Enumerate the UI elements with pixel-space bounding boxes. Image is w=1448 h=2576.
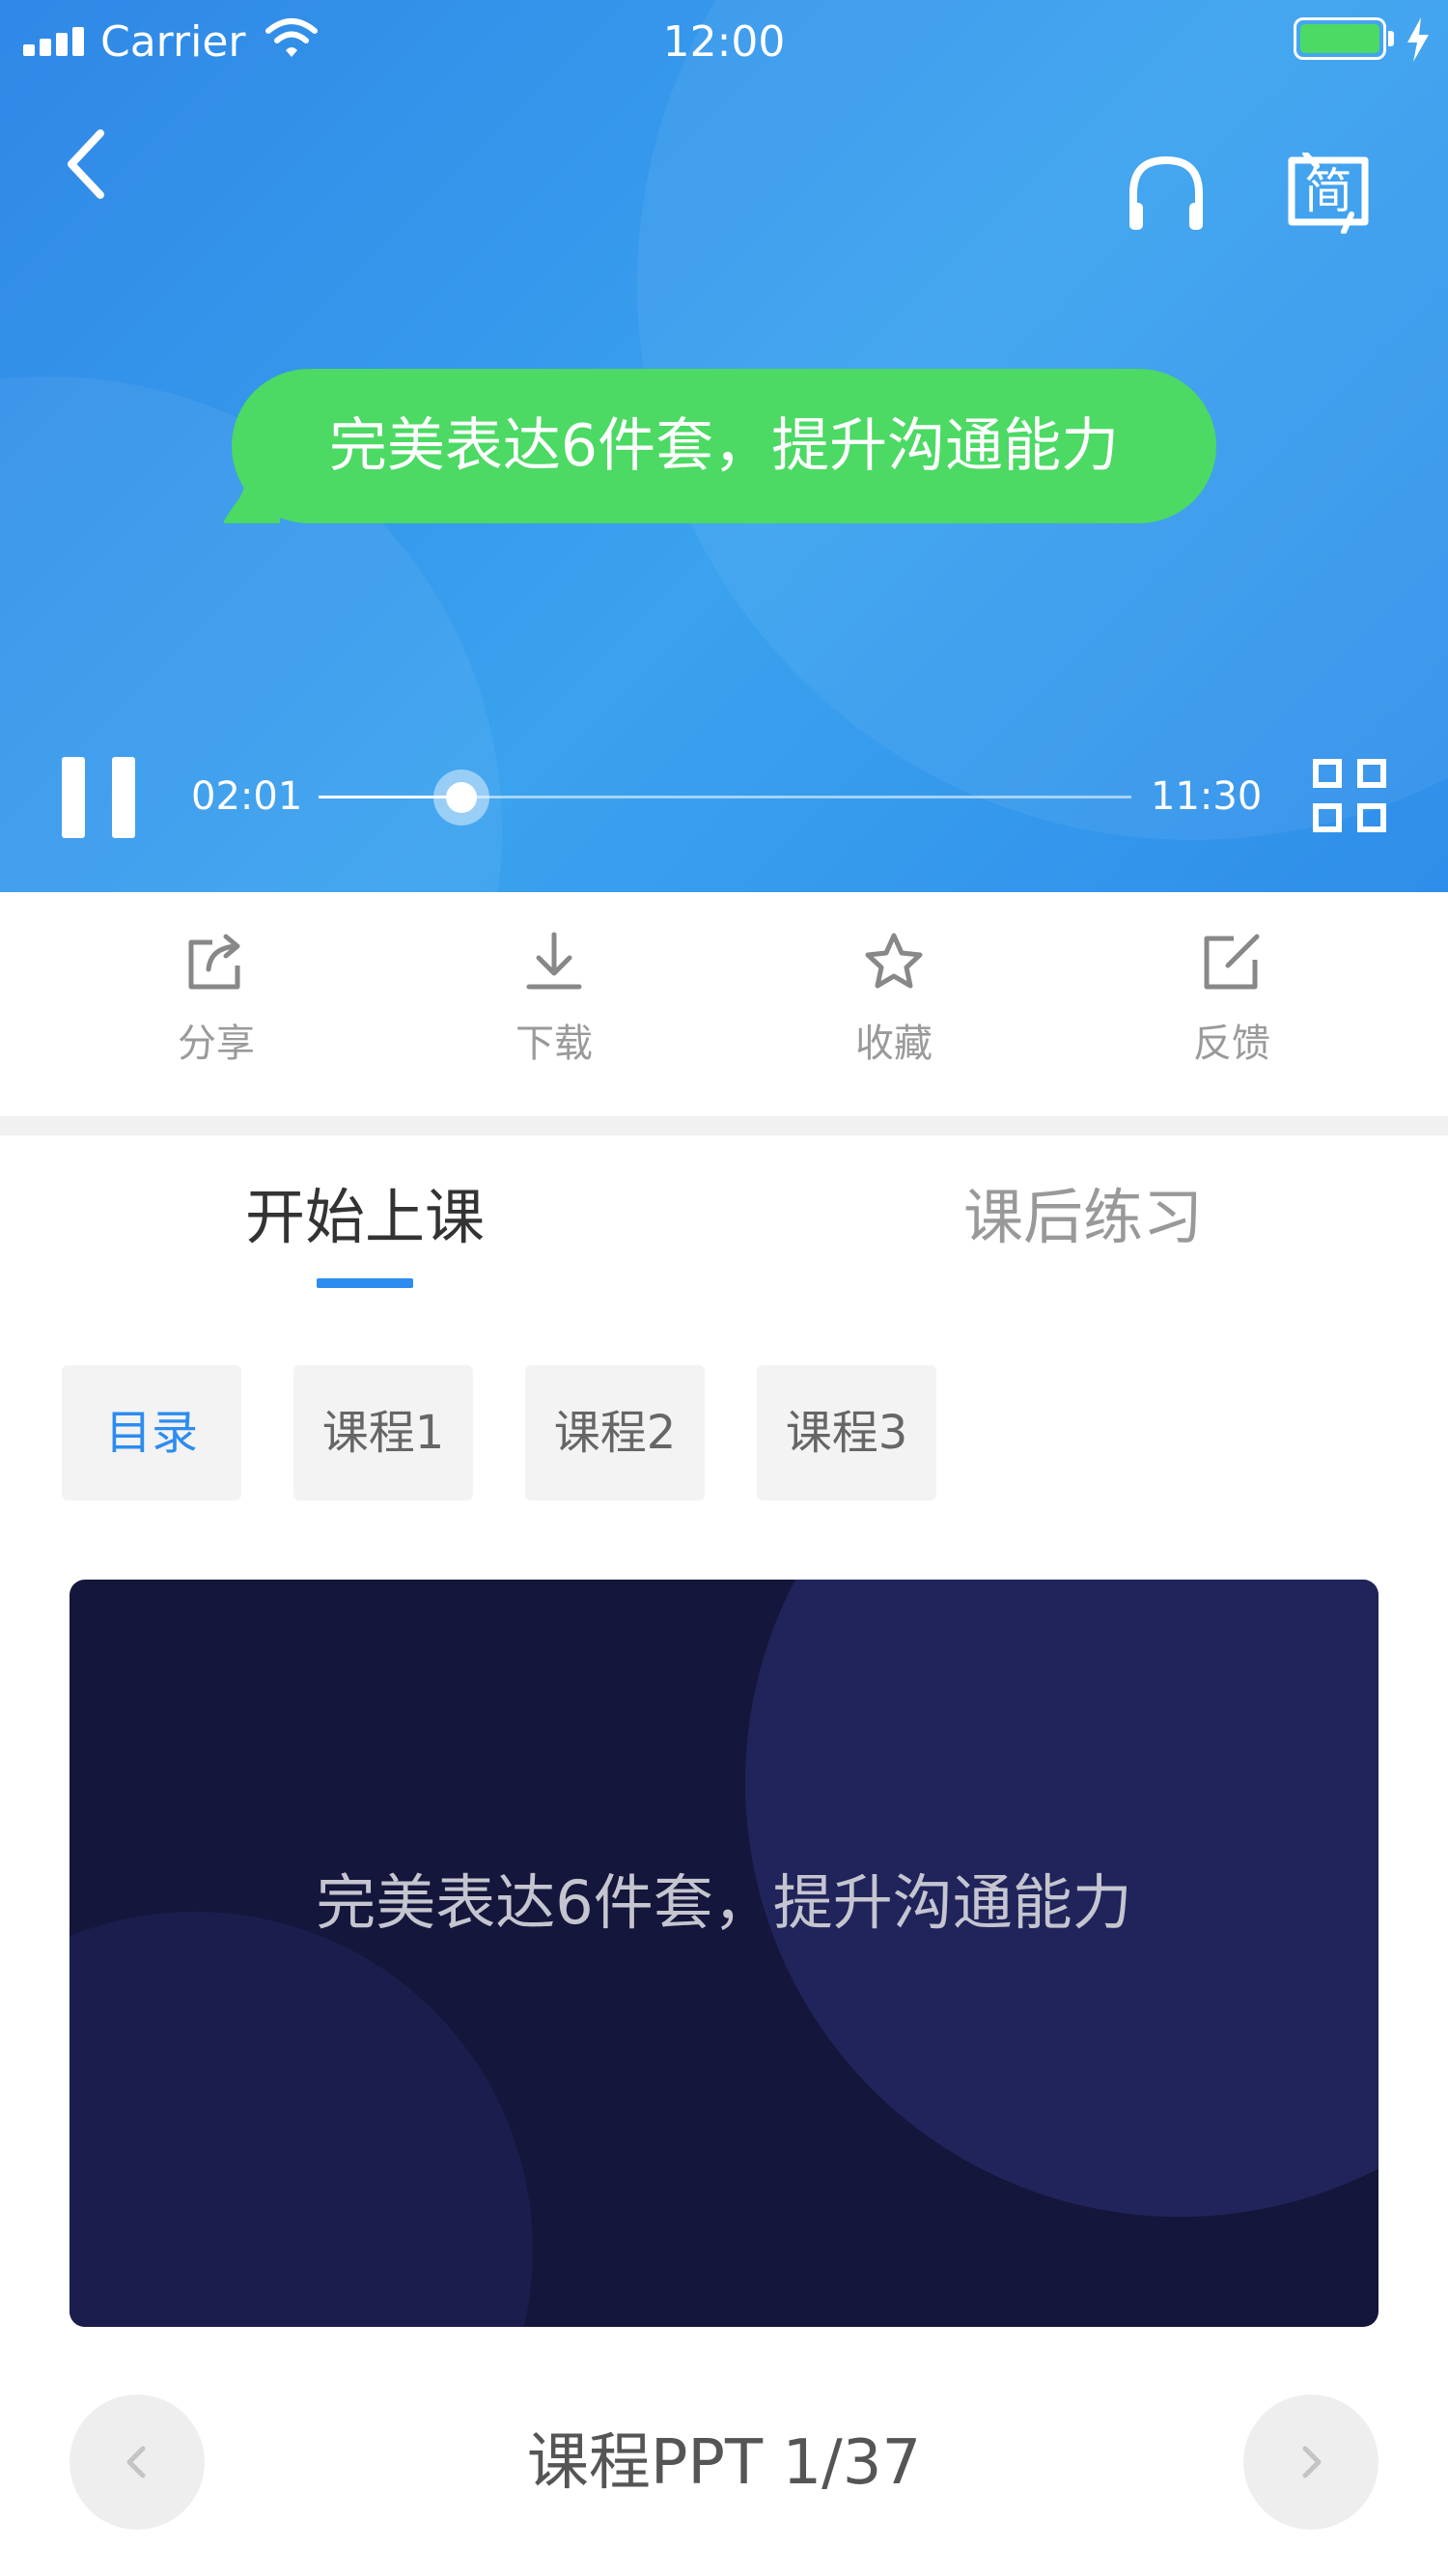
feedback-edit-icon	[1204, 934, 1260, 990]
star-icon	[865, 933, 923, 989]
battery-icon	[1294, 17, 1386, 60]
tab-start-class[interactable]: 开始上课	[172, 1176, 558, 1259]
favorite-button[interactable]: 收藏	[797, 931, 990, 1085]
back-chevron-icon[interactable]	[60, 126, 118, 203]
language-toggle-button[interactable]: 简	[1288, 153, 1369, 234]
feedback-label: 反馈	[1193, 1022, 1270, 1066]
current-time: 02:01	[191, 774, 303, 819]
favorite-label: 收藏	[855, 1022, 933, 1066]
status-bar: Carrier 12:00	[0, 0, 1448, 85]
download-icon	[526, 932, 582, 990]
progress-thumb[interactable]	[433, 770, 490, 826]
next-slide-button[interactable]	[1243, 2394, 1378, 2530]
language-toggle-label: 简	[1304, 163, 1352, 219]
share-icon	[188, 934, 240, 990]
download-label: 下载	[515, 1022, 593, 1066]
active-tab-indicator	[317, 1278, 413, 1288]
total-time: 11:30	[1151, 774, 1263, 819]
subtitle-text: 完美表达6件套，提升沟通能力	[232, 369, 1216, 523]
feedback-button[interactable]: 反馈	[1135, 931, 1328, 1085]
subtitle-bubble: 完美表达6件套，提升沟通能力	[222, 369, 1226, 523]
download-button[interactable]: 下载	[458, 931, 651, 1085]
chip-course-3[interactable]: 课程3	[757, 1365, 936, 1500]
action-bar: 分享 下载 收藏 反馈	[0, 892, 1448, 1116]
pause-icon[interactable]	[62, 757, 135, 838]
chip-catalog[interactable]: 目录	[62, 1365, 241, 1500]
tab-after-class-practice[interactable]: 课后练习	[890, 1176, 1276, 1259]
battery-tip	[1388, 31, 1394, 46]
chevron-right-icon	[1302, 2446, 1322, 2478]
chip-course-2[interactable]: 课程2	[525, 1365, 705, 1500]
slide-title: 完美表达6件套，提升沟通能力	[316, 1867, 1132, 1938]
chip-course-1[interactable]: 课程1	[293, 1365, 473, 1500]
share-button[interactable]: 分享	[120, 931, 313, 1085]
headphones-icon[interactable]	[1126, 153, 1207, 232]
ppt-slide[interactable]: 完美表达6件套，提升沟通能力	[70, 1580, 1378, 2327]
grid-icon[interactable]	[1313, 759, 1386, 832]
slide-decoration	[70, 1912, 533, 2327]
player-area[interactable]: Carrier 12:00 简 完美表达6件套，提升沟通能力 02:01 11:…	[0, 0, 1448, 892]
status-time: 12:00	[662, 17, 786, 67]
share-label: 分享	[178, 1022, 255, 1066]
page-indicator: 课程PPT 1/37	[526, 2427, 922, 2499]
charging-bolt-icon	[1407, 17, 1429, 62]
section-divider	[0, 1116, 1448, 1135]
